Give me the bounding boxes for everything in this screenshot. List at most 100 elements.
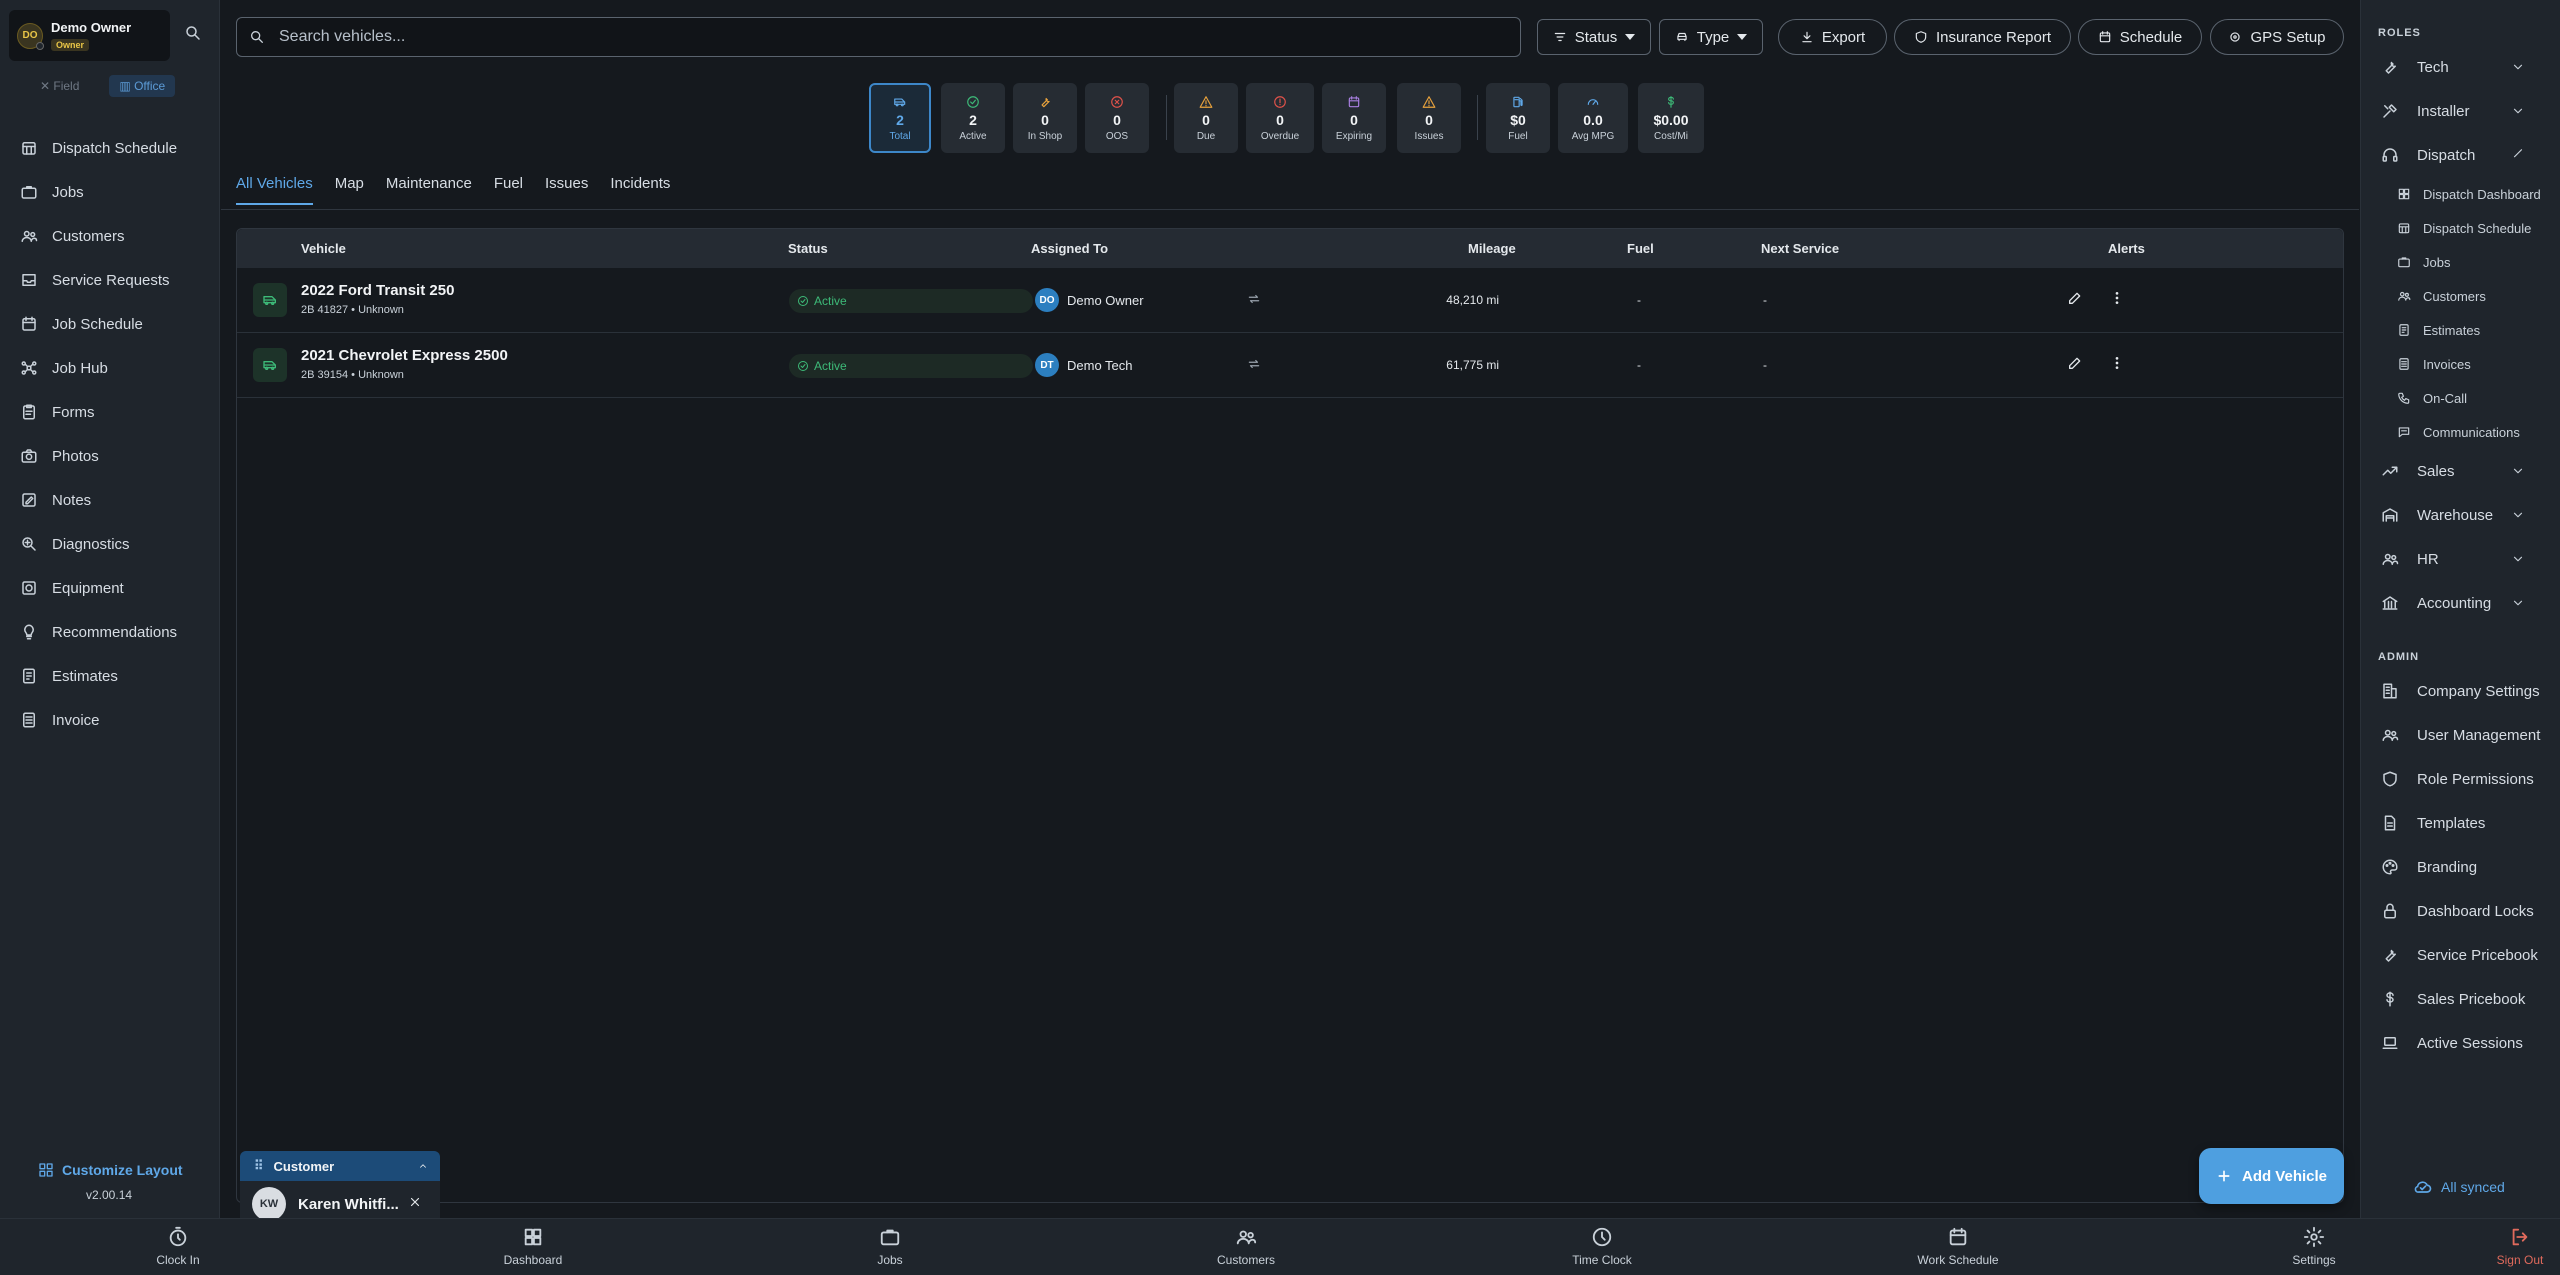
role-hr[interactable]: HR xyxy=(2361,537,2560,581)
tab-incidents[interactable]: Incidents xyxy=(610,175,670,205)
dispatch-item-invoices[interactable]: Invoices xyxy=(2361,347,2560,381)
nav-item-job-hub[interactable]: Job Hub xyxy=(0,346,220,390)
user-card[interactable]: DO Demo Owner Owner xyxy=(9,10,170,61)
close-icon[interactable] xyxy=(408,1195,422,1209)
customer-widget[interactable]: ⠿ Customer KW Karen Whitfi... xyxy=(240,1151,440,1218)
schedule-button[interactable]: Schedule xyxy=(2078,19,2202,55)
dispatch-item-customers[interactable]: Customers xyxy=(2361,279,2560,313)
col-assigned[interactable]: Assigned To xyxy=(1031,241,1108,256)
tab-fuel[interactable]: Fuel xyxy=(494,175,523,205)
stat-total[interactable]: 2 Total xyxy=(869,83,931,153)
dispatch-item-jobs[interactable]: Jobs xyxy=(2361,245,2560,279)
admin-service-pricebook[interactable]: Service Pricebook xyxy=(2361,933,2560,977)
stat-in-shop[interactable]: 0 In Shop xyxy=(1013,83,1077,153)
role-sales[interactable]: Sales xyxy=(2361,449,2560,493)
more-vertical-icon[interactable] xyxy=(2109,355,2125,371)
customize-layout-button[interactable]: Customize Layout xyxy=(38,1162,183,1178)
stat-issues[interactable]: 0 Issues xyxy=(1397,83,1461,153)
tab-issues[interactable]: Issues xyxy=(545,175,588,205)
sync-status[interactable]: All synced xyxy=(2413,1177,2505,1197)
chevron-down-icon[interactable] xyxy=(2511,464,2525,478)
chevron-down-icon[interactable] xyxy=(2511,508,2525,522)
nav-item-customers[interactable]: Customers xyxy=(0,214,220,258)
chevron-up-icon[interactable] xyxy=(418,1161,428,1171)
stat-oos[interactable]: 0 OOS xyxy=(1085,83,1149,153)
more-vertical-icon[interactable] xyxy=(2109,290,2125,306)
bottom-nav-dashboard[interactable]: Dashboard xyxy=(473,1226,593,1267)
drag-handle-icon[interactable]: ⠿ xyxy=(254,1158,264,1174)
table-row[interactable]: 2021 Chevrolet Express 2500 2B 39154 • Un… xyxy=(237,333,2343,398)
dispatch-item-estimates[interactable]: Estimates xyxy=(2361,313,2560,347)
col-alerts[interactable]: Alerts xyxy=(2108,241,2145,256)
admin-dashboard-locks[interactable]: Dashboard Locks xyxy=(2361,889,2560,933)
gps-setup-button[interactable]: GPS Setup xyxy=(2210,19,2344,55)
vehicle-name[interactable]: 2022 Ford Transit 250 xyxy=(301,282,454,299)
role-installer[interactable]: Installer xyxy=(2361,89,2560,133)
nav-item-forms[interactable]: Forms xyxy=(0,390,220,434)
dispatch-item-on-call[interactable]: On-Call xyxy=(2361,381,2560,415)
role-dispatch[interactable]: Dispatch xyxy=(2361,133,2560,177)
nav-item-estimates[interactable]: Estimates xyxy=(0,654,220,698)
search-icon[interactable] xyxy=(184,24,202,42)
nav-item-service-requests[interactable]: Service Requests xyxy=(0,258,220,302)
nav-item-notes[interactable]: Notes xyxy=(0,478,220,522)
status-filter[interactable]: Status xyxy=(1537,19,1651,55)
nav-item-photos[interactable]: Photos xyxy=(0,434,220,478)
export-button[interactable]: Export xyxy=(1778,19,1887,55)
bottom-nav-clock-in[interactable]: Clock In xyxy=(118,1226,238,1267)
admin-user-management[interactable]: User Management xyxy=(2361,713,2560,757)
chevron-down-icon[interactable] xyxy=(2511,552,2525,566)
admin-active-sessions[interactable]: Active Sessions xyxy=(2361,1021,2560,1065)
vehicle-search[interactable] xyxy=(236,17,1521,57)
bottom-nav-settings[interactable]: Settings xyxy=(2254,1226,2374,1267)
add-vehicle-button[interactable]: Add Vehicle xyxy=(2199,1148,2344,1204)
admin-templates[interactable]: Templates xyxy=(2361,801,2560,845)
role-tech[interactable]: Tech xyxy=(2361,45,2560,89)
mode-office-button[interactable]: ▥ Office xyxy=(109,75,176,97)
vehicle-name[interactable]: 2021 Chevrolet Express 2500 xyxy=(301,347,508,364)
admin-role-permissions[interactable]: Role Permissions xyxy=(2361,757,2560,801)
bottom-nav-jobs[interactable]: Jobs xyxy=(830,1226,950,1267)
dispatch-item-dispatch-dashboard[interactable]: Dispatch Dashboard xyxy=(2361,177,2560,211)
nav-item-invoice[interactable]: Invoice xyxy=(0,698,220,742)
mode-field-button[interactable]: ✕ Field xyxy=(30,75,89,97)
stat-avg-mpg[interactable]: 0.0 Avg MPG xyxy=(1558,83,1628,153)
bottom-nav-customers[interactable]: Customers xyxy=(1186,1226,1306,1267)
stat-cost-mi[interactable]: $0.00 Cost/Mi xyxy=(1638,83,1704,153)
bottom-nav-sign-out[interactable]: Sign Out xyxy=(2460,1226,2560,1267)
dispatch-item-communications[interactable]: Communications xyxy=(2361,415,2560,449)
col-vehicle[interactable]: Vehicle xyxy=(301,241,346,256)
nav-item-equipment[interactable]: Equipment xyxy=(0,566,220,610)
edit-icon[interactable] xyxy=(2067,290,2083,306)
chevron-down-icon[interactable] xyxy=(2511,104,2525,118)
reassign-icon[interactable] xyxy=(1247,357,1261,371)
edit-icon[interactable] xyxy=(2067,355,2083,371)
col-fuel[interactable]: Fuel xyxy=(1627,241,1654,256)
stat-expiring[interactable]: 0 Expiring xyxy=(1322,83,1386,153)
table-row[interactable]: 2022 Ford Transit 250 2B 41827 • Unknown A… xyxy=(237,268,2343,333)
reassign-icon[interactable] xyxy=(1247,292,1261,306)
role-accounting[interactable]: Accounting xyxy=(2361,581,2560,625)
chevron-up-icon[interactable] xyxy=(2511,148,2525,162)
search-input[interactable] xyxy=(279,28,1479,46)
insurance-report-button[interactable]: Insurance Report xyxy=(1894,19,2071,55)
bottom-nav-work-schedule[interactable]: Work Schedule xyxy=(1898,1226,2018,1267)
stat-fuel[interactable]: $0 Fuel xyxy=(1486,83,1550,153)
stat-due[interactable]: 0 Due xyxy=(1174,83,1238,153)
tab-map[interactable]: Map xyxy=(335,175,364,205)
nav-item-dispatch-schedule[interactable]: Dispatch Schedule xyxy=(0,126,220,170)
tab-maintenance[interactable]: Maintenance xyxy=(386,175,472,205)
role-warehouse[interactable]: Warehouse xyxy=(2361,493,2560,537)
admin-sales-pricebook[interactable]: Sales Pricebook xyxy=(2361,977,2560,1021)
nav-item-recommendations[interactable]: Recommendations xyxy=(0,610,220,654)
tab-all-vehicles[interactable]: All Vehicles xyxy=(236,175,313,205)
stat-overdue[interactable]: 0 Overdue xyxy=(1246,83,1314,153)
col-mileage[interactable]: Mileage xyxy=(1468,241,1516,256)
customer-name[interactable]: Karen Whitfi... xyxy=(298,1196,399,1213)
nav-item-jobs[interactable]: Jobs xyxy=(0,170,220,214)
col-next-service[interactable]: Next Service xyxy=(1761,241,1839,256)
type-filter[interactable]: Type xyxy=(1659,19,1763,55)
col-status[interactable]: Status xyxy=(788,241,828,256)
stat-active[interactable]: 2 Active xyxy=(941,83,1005,153)
nav-item-job-schedule[interactable]: Job Schedule xyxy=(0,302,220,346)
